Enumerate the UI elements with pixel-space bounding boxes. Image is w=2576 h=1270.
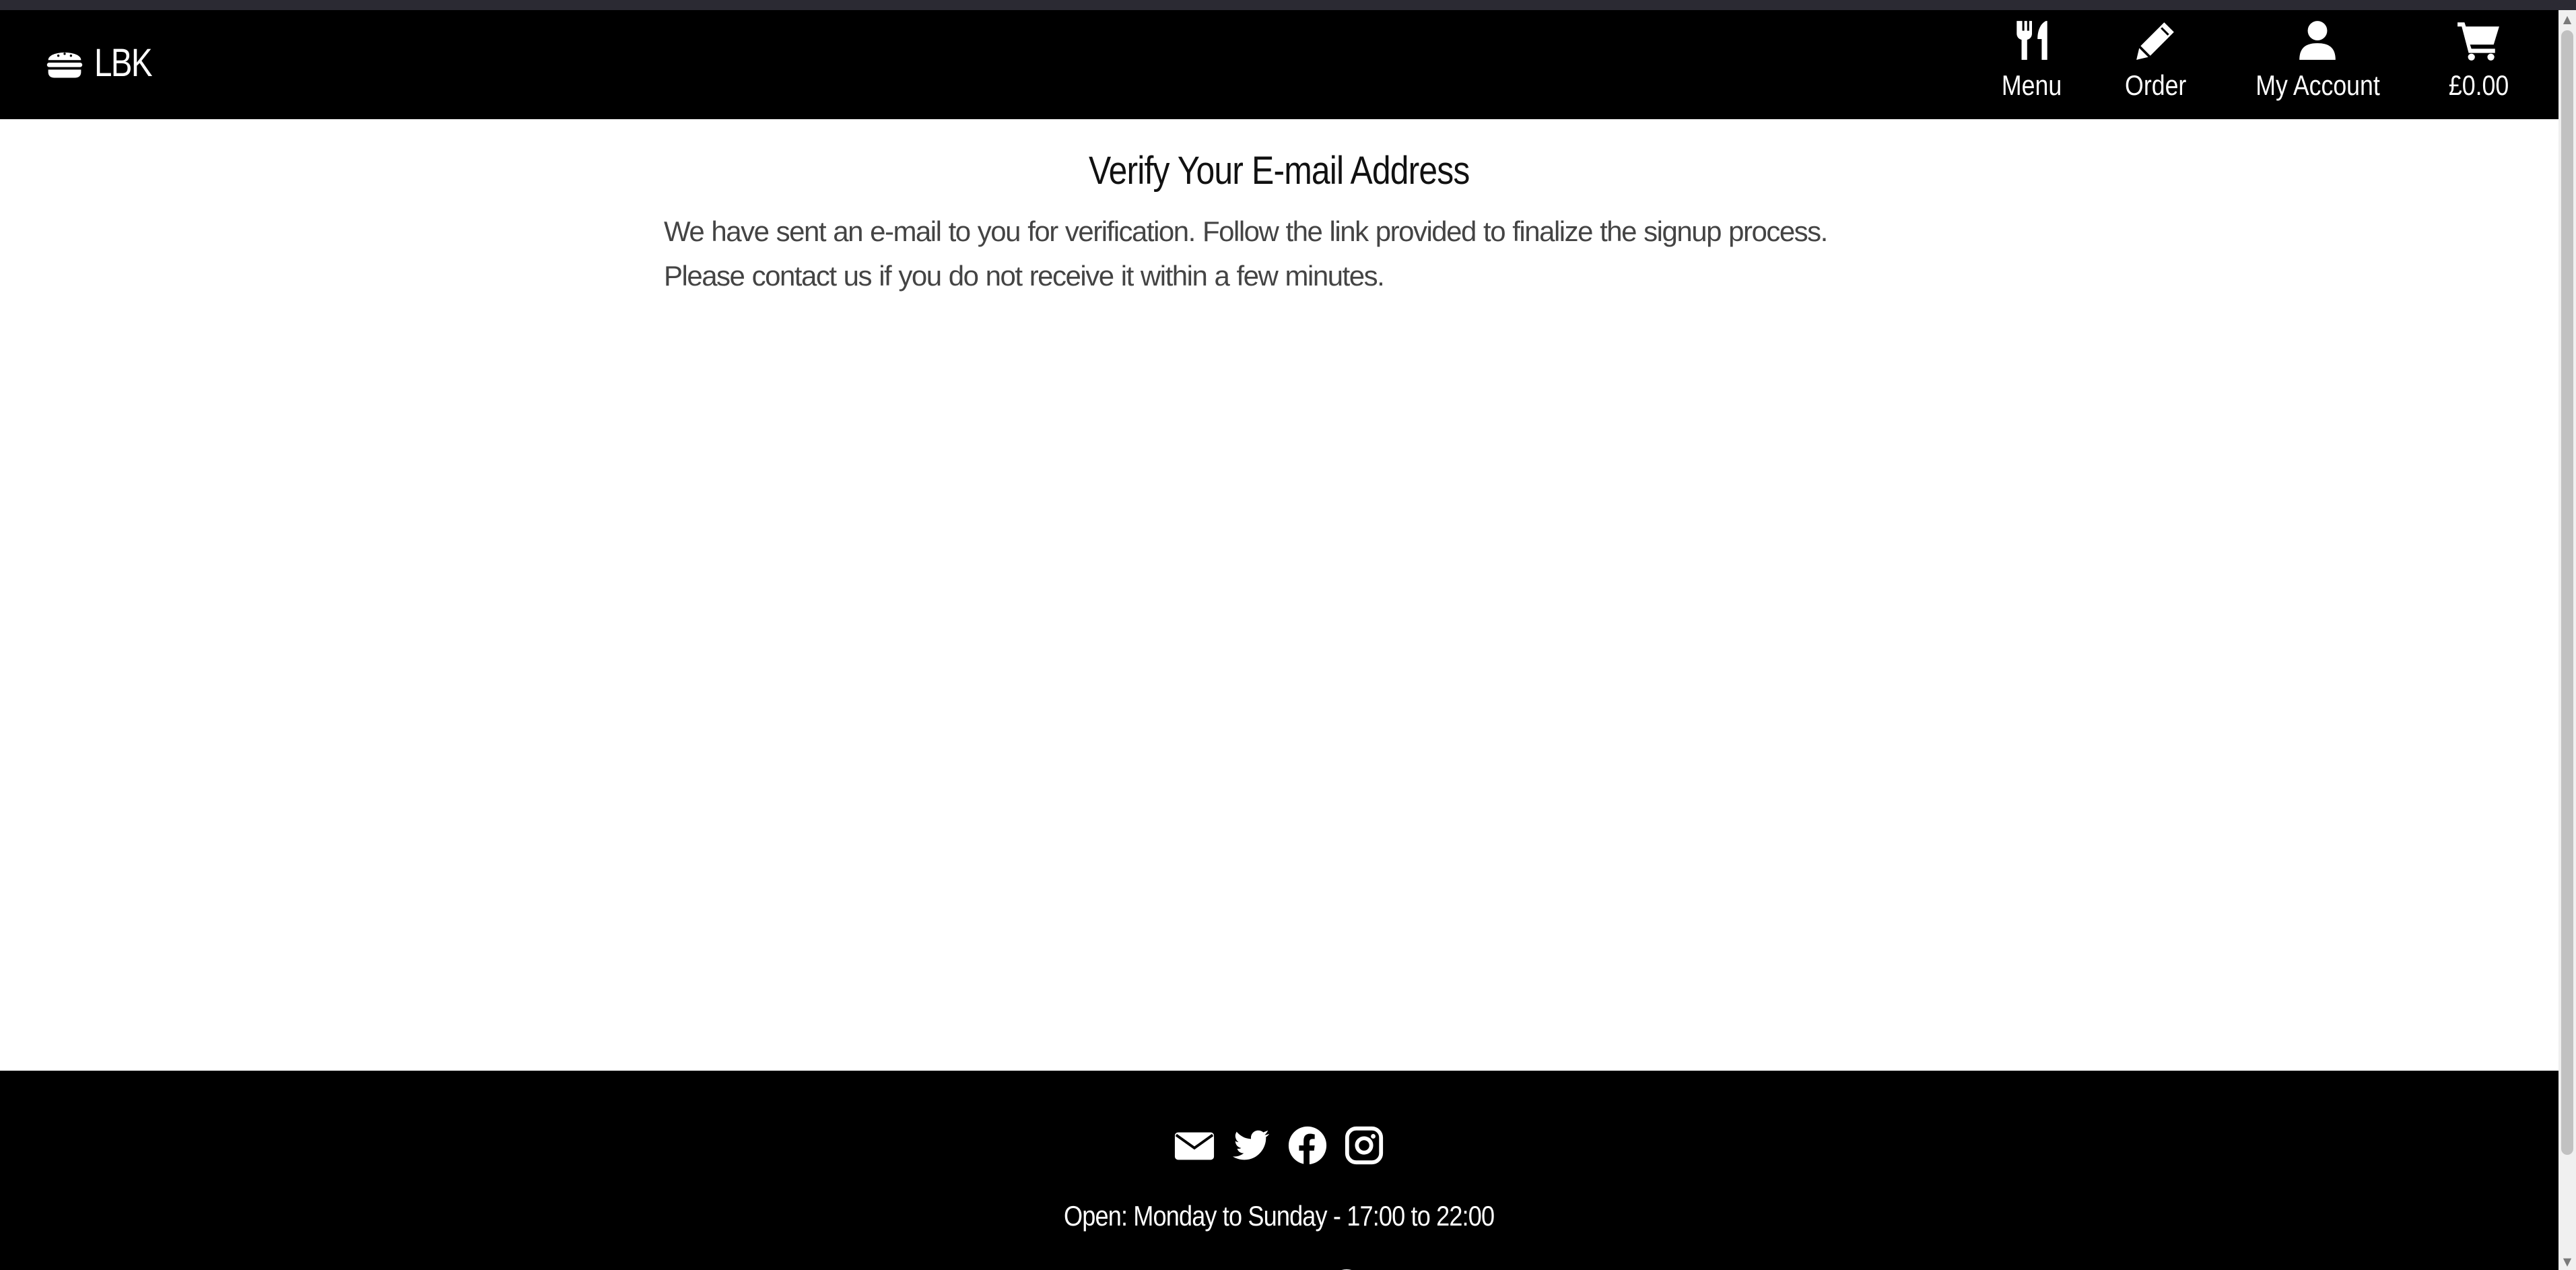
nav-item-order[interactable]: Order: [2120, 10, 2192, 102]
facebook-icon[interactable]: [1287, 1125, 1328, 1166]
pencil-icon: [2136, 22, 2174, 60]
browser-top-strip: [0, 0, 2576, 10]
nav-label-my-account: My Account: [2256, 69, 2380, 101]
scrollbar-thumb[interactable]: [2561, 30, 2573, 1155]
twitter-icon[interactable]: [1230, 1125, 1272, 1166]
scroll-up-arrow-icon[interactable]: ▲: [2558, 10, 2576, 28]
envelope-icon[interactable]: [1174, 1125, 1215, 1166]
cart-icon: [2458, 22, 2500, 61]
nav-item-my-account[interactable]: My Account: [2245, 10, 2391, 102]
nav-menu: Menu Order My Account £0.00: [1944, 10, 2514, 119]
verification-message: We have sent an e-mail to you for verifi…: [664, 215, 1828, 292]
footer: Open: Monday to Sunday - 17:00 to 22:00: [0, 1071, 2558, 1270]
utensils-icon: [2016, 21, 2047, 60]
scroll-down-arrow-icon[interactable]: ▼: [2558, 1252, 2576, 1270]
main-content: Verify Your E-mail Address We have sent …: [664, 148, 1895, 298]
brand-link[interactable]: LBK: [44, 36, 164, 90]
opening-hours: Open: Monday to Sunday - 17:00 to 22:00: [1064, 1200, 1495, 1232]
nav-label-menu: Menu: [2002, 69, 2062, 101]
page-title: Verify Your E-mail Address: [1089, 149, 1470, 193]
burger-icon: [46, 53, 83, 78]
vertical-scrollbar[interactable]: ▲ ▼: [2558, 10, 2576, 1270]
brand-name: LBK: [94, 40, 153, 85]
navbar: LBK Menu Order My Account £0.00: [0, 10, 2558, 119]
nav-item-cart[interactable]: £0.00: [2443, 10, 2514, 102]
cart-total: £0.00: [2448, 69, 2509, 101]
social-links: [0, 1125, 2558, 1166]
user-icon: [2299, 21, 2336, 60]
nav-item-menu[interactable]: Menu: [1996, 10, 2067, 102]
page: LBK Menu Order My Account £0.00 Verify Y…: [0, 10, 2558, 1270]
nav-label-order: Order: [2125, 69, 2187, 101]
instagram-icon[interactable]: [1343, 1125, 1385, 1166]
